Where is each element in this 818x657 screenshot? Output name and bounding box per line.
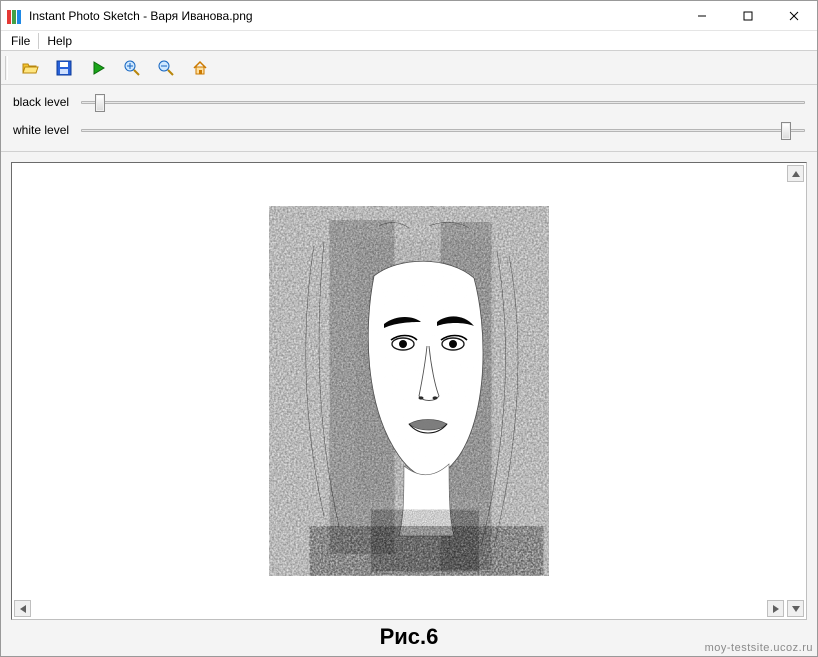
- zoom-in-button[interactable]: [120, 56, 144, 80]
- figure-caption: Рис.6: [380, 624, 439, 649]
- white-level-slider[interactable]: [81, 121, 805, 139]
- caption-row: Рис.6: [11, 620, 807, 652]
- black-level-row: black level: [13, 93, 805, 111]
- window-controls: [679, 1, 817, 30]
- black-level-slider[interactable]: [81, 93, 805, 111]
- zoom-out-button[interactable]: [154, 56, 178, 80]
- black-level-thumb[interactable]: [95, 94, 105, 112]
- canvas-area: Рис.6: [1, 152, 817, 656]
- menubar: File Help: [1, 31, 817, 51]
- scroll-down-button[interactable]: [787, 600, 804, 617]
- open-button[interactable]: [18, 56, 42, 80]
- menu-file[interactable]: File: [5, 32, 36, 50]
- canvas[interactable]: [11, 162, 807, 620]
- close-button[interactable]: [771, 1, 817, 30]
- watermark: moy-testsite.ucoz.ru: [705, 642, 813, 654]
- white-level-label: white level: [13, 123, 73, 137]
- white-level-thumb[interactable]: [781, 122, 791, 140]
- home-button[interactable]: [188, 56, 212, 80]
- play-button[interactable]: [86, 56, 110, 80]
- maximize-button[interactable]: [725, 1, 771, 30]
- menu-help[interactable]: Help: [41, 32, 78, 50]
- sketch-image: [269, 206, 549, 576]
- window-title: Instant Photo Sketch - Варя Иванова.png: [29, 9, 253, 23]
- app-icon: [7, 8, 23, 24]
- menu-separator: [38, 33, 39, 49]
- scroll-left-button[interactable]: [14, 600, 31, 617]
- toolbar: [1, 51, 817, 85]
- scroll-up-button[interactable]: [787, 165, 804, 182]
- titlebar: Instant Photo Sketch - Варя Иванова.png: [1, 1, 817, 31]
- toolbar-separator: [5, 56, 8, 80]
- sliders-panel: black level white level: [1, 85, 817, 152]
- minimize-button[interactable]: [679, 1, 725, 30]
- black-level-label: black level: [13, 95, 73, 109]
- save-button[interactable]: [52, 56, 76, 80]
- white-level-row: white level: [13, 121, 805, 139]
- scroll-right-button[interactable]: [767, 600, 784, 617]
